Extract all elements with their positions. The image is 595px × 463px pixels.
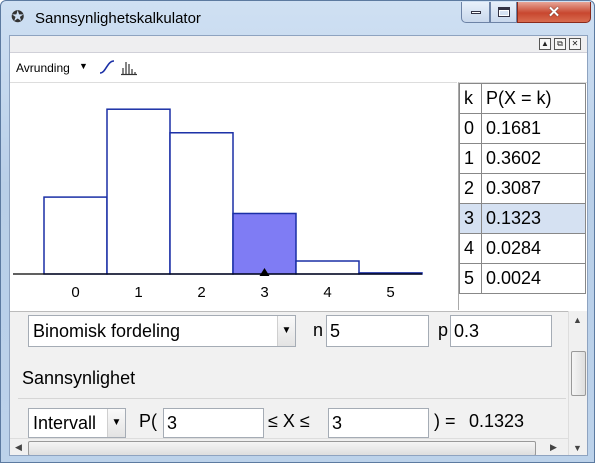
geogebra-icon: ✪ bbox=[11, 9, 25, 26]
interval-mode-select[interactable]: Intervall ▼ bbox=[28, 408, 126, 438]
equals-label: ) = bbox=[434, 411, 456, 431]
scroll-right-icon[interactable]: ▶ bbox=[550, 442, 557, 453]
lower-bound-input[interactable]: 3 bbox=[163, 408, 264, 438]
section-title: Sannsynlighet bbox=[22, 368, 136, 388]
column-header-probability: P(X = k) bbox=[481, 83, 586, 114]
bar-3 bbox=[232, 212, 297, 275]
cumulative-curve-icon[interactable] bbox=[98, 58, 116, 76]
toolbar: Avrunding ▼ bbox=[10, 54, 587, 81]
minimize-icon bbox=[470, 10, 481, 14]
tick-label-2: 2 bbox=[197, 284, 205, 301]
cell-probability: 0.3087 bbox=[481, 173, 586, 204]
cell-k: 4 bbox=[459, 233, 482, 264]
horizontal-scroll-thumb[interactable] bbox=[28, 441, 536, 455]
distribution-chart[interactable]: 0 1 2 3 4 5 bbox=[10, 83, 457, 311]
distribution-chart-panel: 0 1 2 3 4 5 bbox=[10, 82, 457, 310]
table-row[interactable]: 2 0.3087 bbox=[459, 173, 586, 204]
histogram-icon[interactable] bbox=[120, 58, 138, 76]
window-title: Sannsynlighetskalkulator bbox=[35, 10, 201, 27]
bar-1 bbox=[106, 108, 171, 275]
rounding-menu[interactable]: Avrunding bbox=[16, 61, 70, 75]
cell-probability: 0.1681 bbox=[481, 113, 586, 144]
table-row[interactable]: 5 0.0024 bbox=[459, 263, 586, 294]
scroll-left-icon[interactable]: ◀ bbox=[15, 442, 22, 453]
interval-mode-selected: Intervall bbox=[33, 413, 97, 433]
probability-result: 0.1323 bbox=[469, 411, 525, 431]
maximize-button[interactable] bbox=[490, 2, 517, 23]
window-content: ▲ ⧉ ✕ Avrunding ▼ 012345 k P(X = k) 0 0.… bbox=[9, 35, 588, 456]
chevron-down-icon[interactable]: ▼ bbox=[277, 316, 295, 346]
cell-k: 5 bbox=[459, 263, 482, 294]
vertical-scroll-thumb[interactable] bbox=[571, 351, 586, 396]
table-row[interactable]: 4 0.0284 bbox=[459, 233, 586, 264]
vertical-scrollbar[interactable]: ▲ ▼ bbox=[568, 311, 587, 455]
distribution-selected: Binomisk fordeling bbox=[33, 321, 181, 341]
p-input[interactable]: 0.3 bbox=[450, 315, 552, 347]
n-label: n bbox=[313, 320, 324, 340]
cell-probability: 0.3602 bbox=[481, 143, 586, 174]
upper-bound-input[interactable]: 3 bbox=[328, 408, 429, 438]
chevron-down-icon[interactable]: ▼ bbox=[107, 409, 125, 437]
cell-probability: 0.0284 bbox=[481, 233, 586, 264]
chevron-down-icon[interactable]: ▼ bbox=[79, 61, 88, 71]
column-header-k: k bbox=[459, 83, 482, 114]
dock-close-button[interactable]: ✕ bbox=[569, 38, 581, 50]
n-input[interactable]: 5 bbox=[326, 315, 429, 347]
cell-k: 0 bbox=[459, 113, 482, 144]
p-label: p bbox=[438, 320, 449, 340]
tick-label-3: 3 bbox=[260, 284, 268, 301]
scroll-down-icon[interactable]: ▼ bbox=[573, 443, 582, 453]
settings-panel: Binomisk fordeling ▼ n 5 p 0.3 Sannsynli… bbox=[10, 311, 568, 455]
cell-probability: 0.1323 bbox=[481, 203, 586, 234]
distribution-select[interactable]: Binomisk fordeling ▼ bbox=[28, 315, 296, 347]
dock-up-button[interactable]: ▲ bbox=[539, 38, 551, 50]
close-button[interactable]: ✕ bbox=[517, 2, 591, 23]
tick-label-4: 4 bbox=[323, 284, 331, 301]
title-bar[interactable]: ✪ Sannsynlighetskalkulator ✕ bbox=[1, 1, 594, 35]
probability-table: k P(X = k) 0 0.1681 1 0.3602 2 0.3087 3 0.1323 4… bbox=[459, 83, 586, 294]
cell-k: 3 bbox=[459, 203, 482, 234]
table-row[interactable]: 3 0.1323 bbox=[459, 203, 586, 234]
cell-k: 1 bbox=[459, 143, 482, 174]
probability-prefix: P( bbox=[139, 411, 157, 431]
tick-label-0: 0 bbox=[71, 284, 79, 301]
horizontal-scrollbar[interactable]: ◀ ▶ bbox=[10, 438, 568, 455]
tick-label-5: 5 bbox=[386, 284, 394, 301]
close-icon: ✕ bbox=[547, 4, 561, 21]
view-dock-bar: ▲ ⧉ ✕ bbox=[10, 36, 587, 53]
bar-4 bbox=[295, 260, 360, 275]
bar-0 bbox=[43, 196, 108, 275]
dock-restore-button[interactable]: ⧉ bbox=[554, 38, 566, 50]
tick-label-1: 1 bbox=[134, 284, 142, 301]
table-header-row: k P(X = k) bbox=[459, 83, 586, 114]
cell-probability: 0.0024 bbox=[481, 263, 586, 294]
probability-table-panel: k P(X = k) 0 0.1681 1 0.3602 2 0.3087 3 0.1323 4… bbox=[458, 82, 587, 310]
cell-k: 2 bbox=[459, 173, 482, 204]
inequality-label: ≤ X ≤ bbox=[268, 411, 310, 431]
table-row[interactable]: 1 0.3602 bbox=[459, 143, 586, 174]
probability-calculator-window: ✪ Sannsynlighetskalkulator ✕ ▲ ⧉ ✕ Avrun… bbox=[0, 0, 595, 463]
scroll-up-icon[interactable]: ▲ bbox=[573, 315, 582, 325]
bar-2 bbox=[169, 132, 234, 275]
table-row[interactable]: 0 0.1681 bbox=[459, 113, 586, 144]
maximize-icon bbox=[497, 7, 510, 17]
minimize-button[interactable] bbox=[461, 2, 490, 23]
divider bbox=[18, 398, 566, 399]
